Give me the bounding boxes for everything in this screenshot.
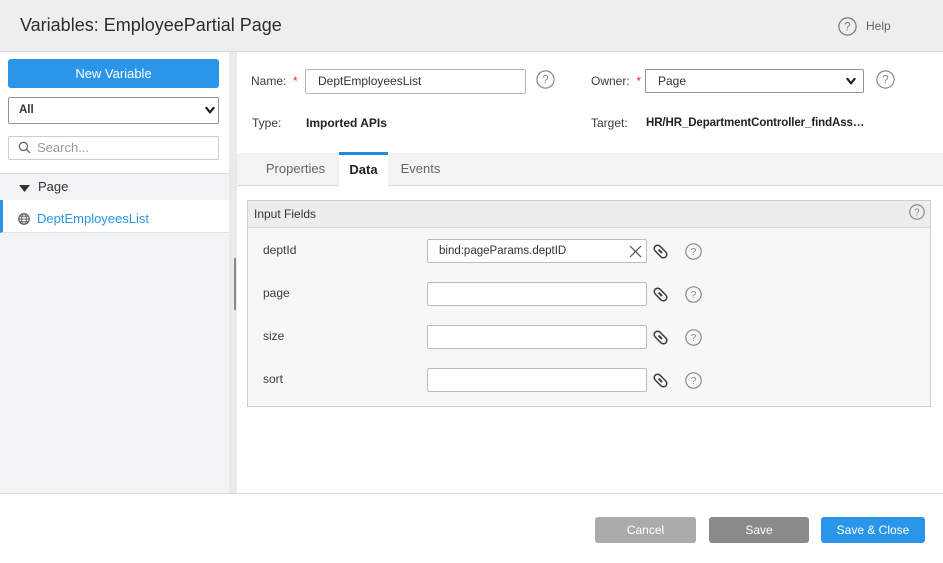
svg-text:?: ?	[691, 333, 697, 344]
svg-text:?: ?	[691, 290, 697, 301]
svg-text:?: ?	[882, 75, 888, 87]
svg-text:?: ?	[691, 247, 697, 258]
svg-text:?: ?	[542, 75, 548, 87]
svg-text:?: ?	[914, 207, 920, 218]
svg-text:?: ?	[691, 376, 697, 387]
svg-text:?: ?	[844, 22, 850, 34]
